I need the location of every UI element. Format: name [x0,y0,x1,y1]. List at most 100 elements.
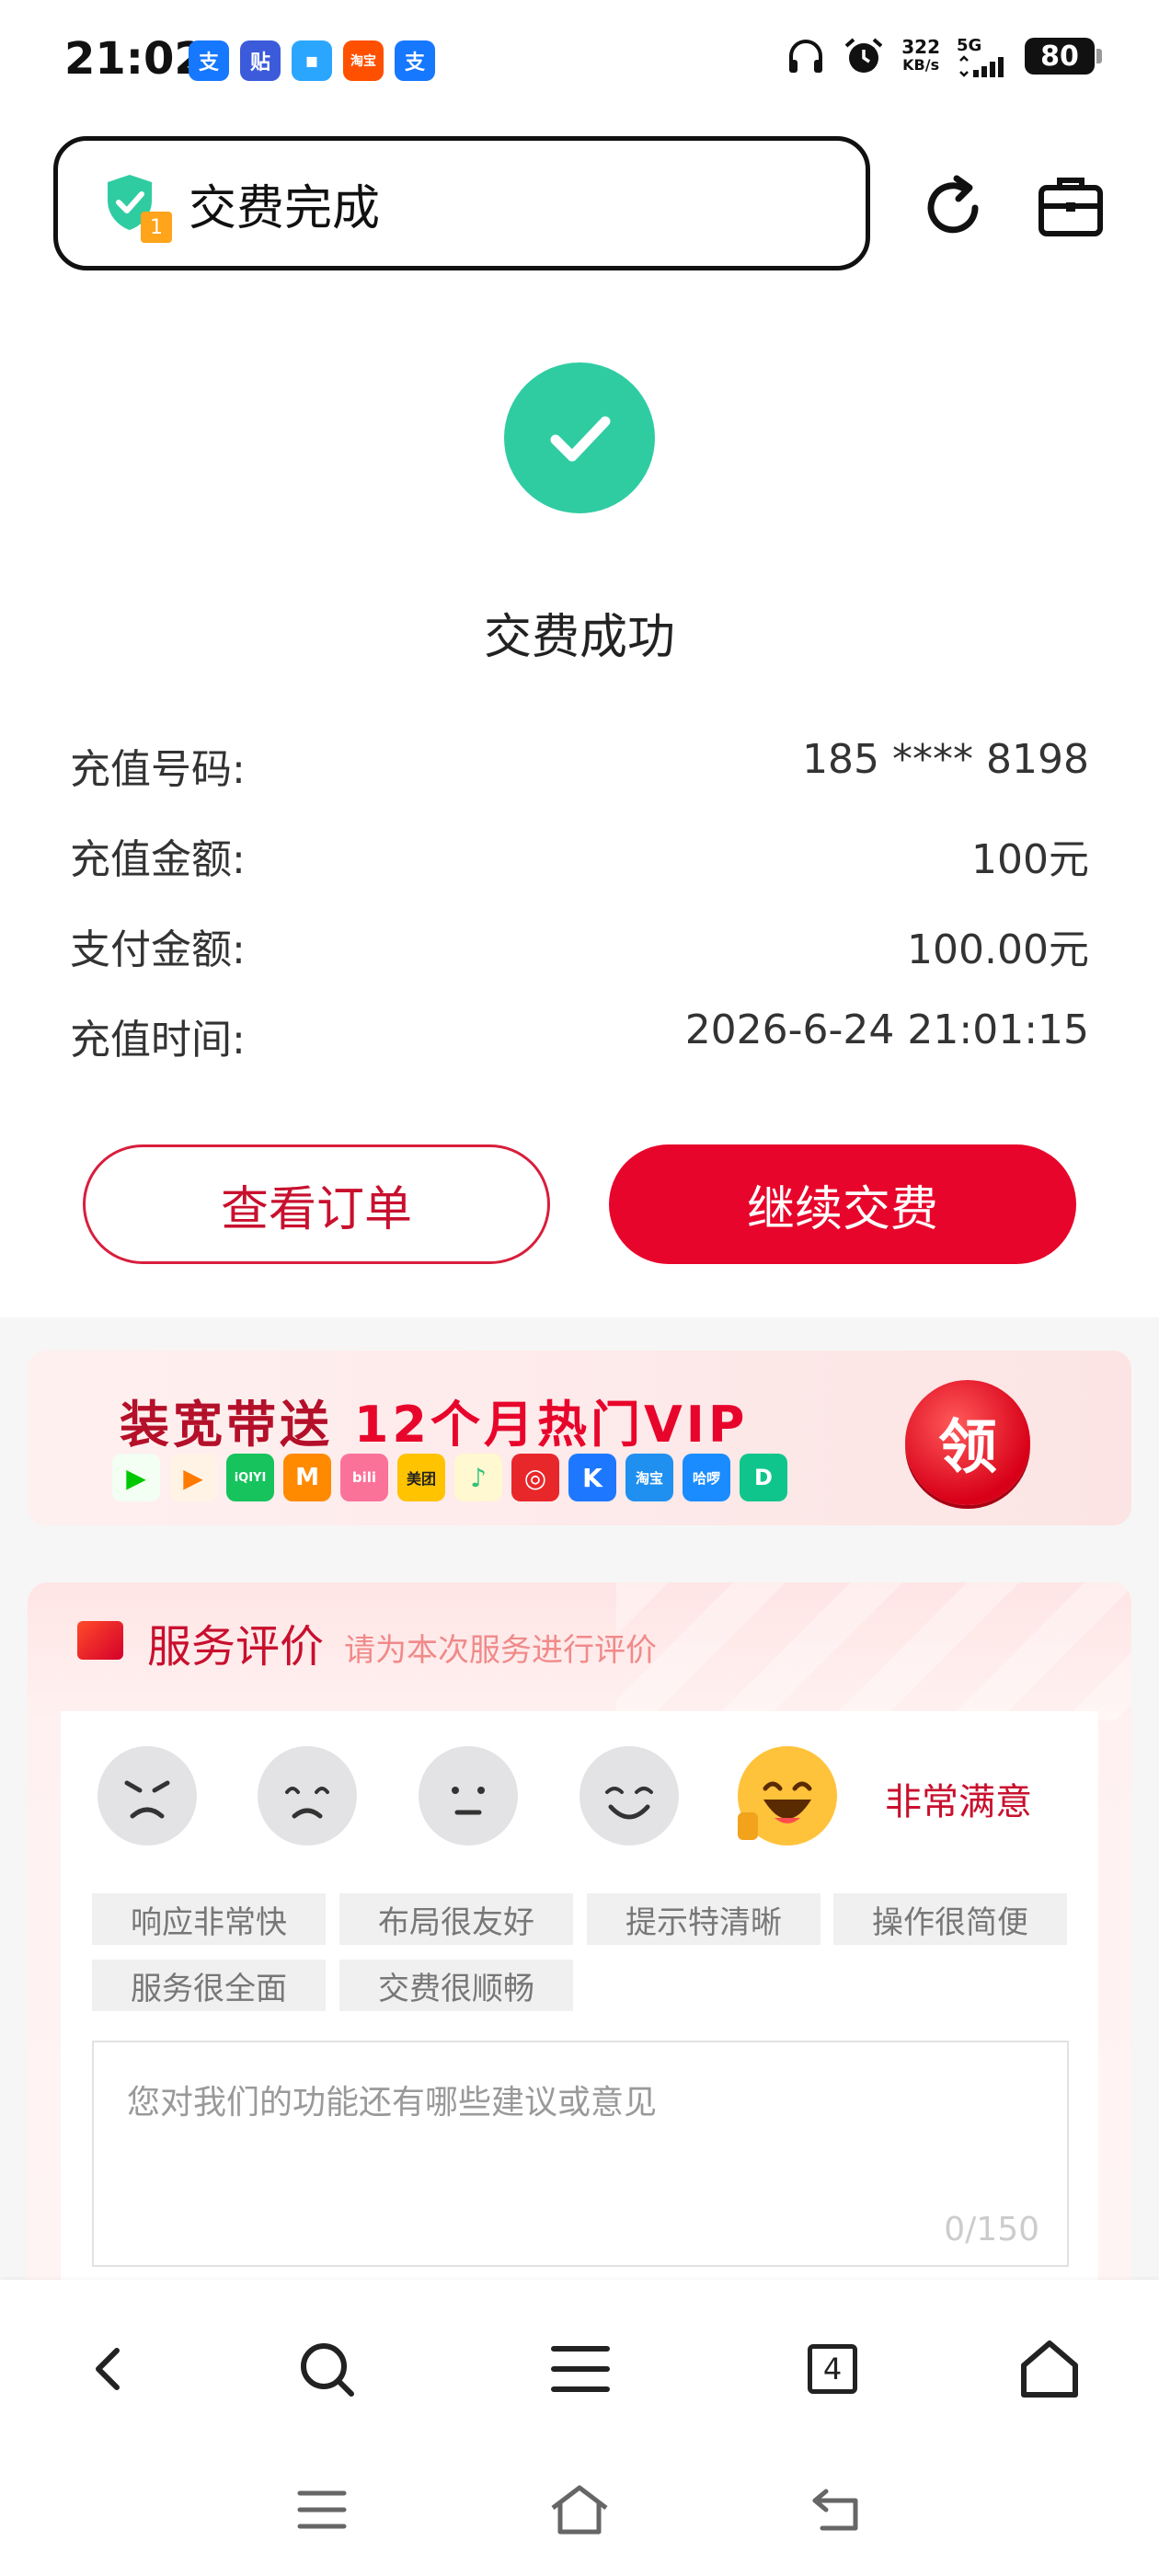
hellobike-icon: 哈啰 [683,1454,730,1501]
promo-title-b: 12个月热门VIP [353,1396,749,1454]
sad-face-rating[interactable] [258,1746,357,1846]
tag-friendly-layout[interactable]: 布局很友好 [339,1893,573,1945]
mango-tv-icon: M [283,1454,331,1501]
system-back-button[interactable] [800,2473,874,2547]
very-satisfied-face-rating[interactable] [738,1746,837,1846]
info-label: 充值时间: [70,1017,246,1064]
headphones-icon [789,40,823,73]
page-title: 交费完成 [189,180,381,236]
info-row-amount: 充值金额: 100元 [70,826,1089,883]
smile-face-icon [605,1787,653,1820]
angry-face-rating[interactable] [98,1746,197,1846]
info-row-time: 充值时间: 2026-6-24 21:01:15 [70,1006,1089,1064]
info-value: 2026-6-24 21:01:15 [684,1006,1089,1053]
info-row-paid: 支付金额: 100.00元 [70,916,1089,973]
briefcase-icon [1039,178,1103,236]
search-button[interactable] [285,2328,368,2410]
info-value: 100.00元 [907,926,1089,973]
info-value: 100元 [971,836,1089,883]
security-shield-icon: 1 [104,173,172,243]
rating-label: 非常满意 [885,1781,1032,1823]
meituan-icon: 美团 [397,1454,445,1501]
tencent-video-icon: ▶ [112,1454,160,1501]
alipay-notification-icon-2: 支 [395,40,435,81]
promo-title: 装宽带送 12个月热门VIP [120,1384,748,1456]
tieba-notification-icon: 贴 [240,40,281,81]
tabs-button[interactable]: 4 [791,2328,874,2410]
system-home-button[interactable] [543,2473,616,2547]
recents-icon [297,2490,347,2529]
status-indicators: 322 KB/s 5G 80 [786,35,1102,77]
feedback-textarea[interactable]: 您对我们的功能还有哪些建议或意见 0/150 [92,2041,1069,2267]
netease-music-icon: ◎ [511,1454,559,1501]
promo-app-icons: ▶ ▶ iQIYI M bili 美团 ♪ ◎ K 淘宝 哈啰 D [112,1454,787,1501]
decorative-stripes [616,1582,1131,1720]
toolbox-button[interactable] [1034,169,1107,243]
feedback-placeholder: 您对我们的功能还有哪些建议或意见 [127,2084,658,2122]
info-label: 充值金额: [70,836,246,883]
broadband-promo-banner[interactable]: 装宽带送 12个月热门VIP ▶ ▶ iQIYI M bili 美团 ♪ ◎ K… [28,1351,1131,1525]
laughing-face-icon [738,1781,812,1840]
back-arrow-icon [96,2348,120,2390]
page-title-bar: 1 交费完成 [53,136,870,270]
status-bar: 21:02 支 贴 ▪ 淘宝 支 322 KB/s 5G 80 [0,0,1159,120]
neutral-face-icon [452,1787,485,1815]
bilibili-icon: bili [340,1454,388,1501]
battery-indicator: 80 [1025,38,1102,75]
review-flag-icon [77,1621,123,1660]
network-speed: 322 KB/s [901,38,940,75]
angry-face-icon [124,1780,170,1819]
network-speed-value: 322 [901,36,940,58]
menu-icon [551,2346,610,2392]
promo-title-a: 装宽带送 [120,1396,354,1454]
payment-success-title: 交费成功 [483,610,675,665]
iqiyi-icon: iQIYI [226,1454,274,1501]
system-home-icon [551,2485,608,2535]
continue-pay-button[interactable]: 继续交费 [609,1144,1076,1264]
notification-app-icons: 支 贴 ▪ 淘宝 支 [189,40,435,81]
alipay-notification-icon: 支 [189,40,229,81]
tag-smooth-payment[interactable]: 交费很顺畅 [339,1960,573,2011]
view-order-button[interactable]: 查看订单 [83,1144,550,1264]
tag-comprehensive-service[interactable]: 服务很全面 [92,1960,326,2011]
sad-face-icon [285,1787,329,1819]
signal-group: 5G [957,36,1008,77]
char-counter: 0/150 [944,2211,1039,2248]
info-value: 185 **** 8198 [802,736,1089,783]
tabs-count: 4 [808,2344,857,2394]
home-button[interactable] [1008,2328,1091,2410]
youku-icon: ▶ [169,1454,217,1501]
refresh-icon [927,175,979,234]
network-speed-unit: KB/s [902,56,940,74]
system-back-icon [812,2489,858,2531]
info-label: 支付金额: [70,926,246,973]
neutral-face-rating[interactable] [419,1746,518,1846]
tag-fast-response[interactable]: 响应非常快 [92,1893,326,1945]
didi-icon: D [740,1454,787,1501]
signal-bars-icon [959,54,1004,77]
tag-clear-prompts[interactable]: 提示特清晰 [587,1893,820,1945]
info-row-phone: 充值号码: 185 **** 8198 [70,736,1089,793]
menu-button[interactable] [539,2328,622,2410]
system-recents-button[interactable] [285,2473,359,2547]
browser-bottom-nav: 4 [0,2280,1159,2576]
taobao-flash-icon: 淘宝 [625,1454,673,1501]
qq-music-icon: ♪ [454,1454,502,1501]
home-icon [1021,2340,1078,2398]
refresh-button[interactable] [916,171,990,245]
review-title: 服务评价 [147,1621,325,1673]
success-check-icon [504,362,655,513]
shield-badge: 1 [141,212,172,243]
network-type: 5G [957,35,982,55]
app-notification-icon: ▪ [292,40,332,81]
review-subtitle: 请为本次服务进行评价 [344,1632,657,1669]
tag-easy-operation[interactable]: 操作很简便 [833,1893,1067,1945]
back-button[interactable] [68,2328,151,2410]
info-label: 充值号码: [70,746,246,793]
smile-face-rating[interactable] [580,1746,679,1846]
kugou-icon: K [568,1454,616,1501]
search-icon [301,2343,354,2397]
alarm-icon [844,38,883,73]
claim-button[interactable]: 领 [905,1380,1030,1505]
taobao-notification-icon: 淘宝 [343,40,384,81]
